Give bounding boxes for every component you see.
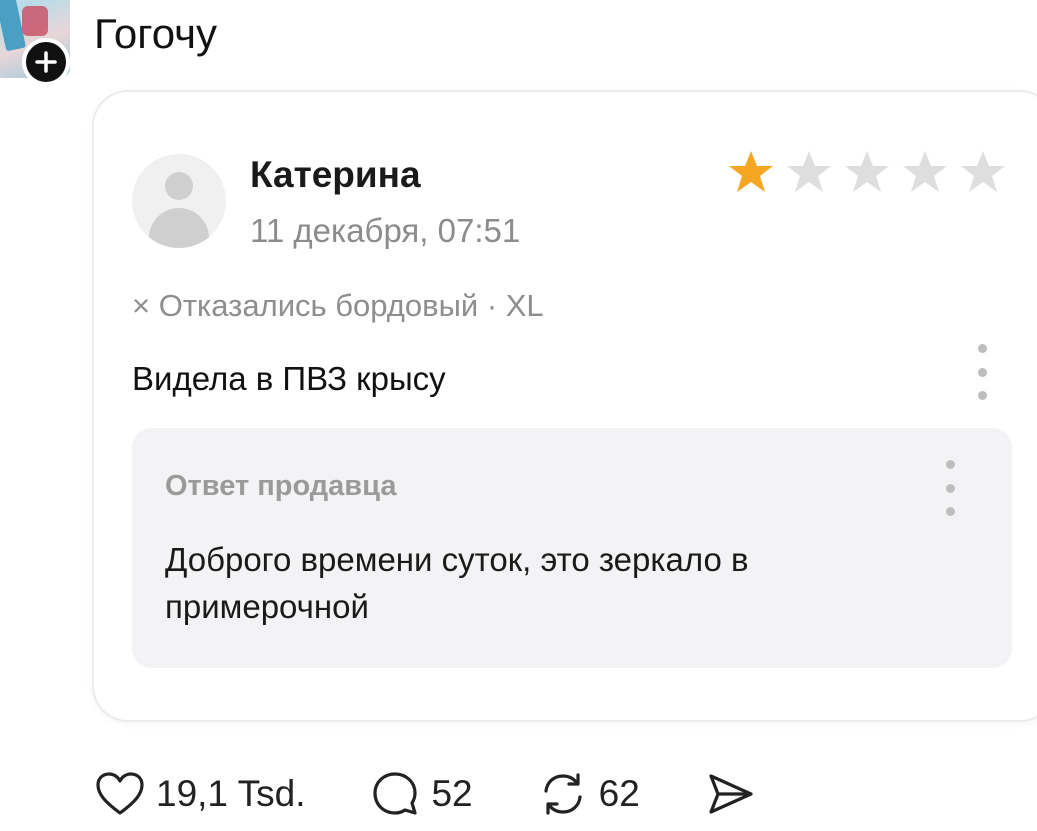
send-icon bbox=[704, 768, 756, 820]
post-header: Гогочу bbox=[0, 0, 400, 88]
star-icon bbox=[961, 151, 1005, 192]
star-icon bbox=[845, 151, 889, 192]
seller-reply-text: Доброго времени суток, это зеркало в при… bbox=[165, 541, 749, 625]
repost-button[interactable]: 62 bbox=[537, 768, 640, 820]
review-card: Катерина 11 декабря, 07:51 × Отказались … bbox=[94, 92, 1037, 720]
seller-reply: Ответ продавца Доброго времени суток, эт… bbox=[132, 428, 1012, 668]
follow-button[interactable] bbox=[22, 38, 70, 86]
reply-more-icon[interactable] bbox=[942, 460, 958, 516]
heart-icon bbox=[94, 768, 146, 820]
review-date: 11 декабря, 07:51 bbox=[250, 212, 521, 249]
like-button[interactable]: 19,1 Tsd. bbox=[94, 768, 305, 820]
review-more-icon[interactable] bbox=[974, 344, 990, 400]
star-icon bbox=[903, 151, 947, 192]
seller-reply-title: Ответ продавца bbox=[165, 470, 397, 502]
repost-icon bbox=[537, 768, 589, 820]
comment-bubble-icon bbox=[369, 768, 421, 820]
post-author-name[interactable]: Гогочу bbox=[94, 8, 217, 60]
share-button[interactable] bbox=[704, 768, 756, 820]
review-text: Видела в ПВЗ крысу bbox=[132, 360, 446, 397]
repost-count: 62 bbox=[598, 773, 640, 814]
avatar-image-detail bbox=[22, 6, 48, 36]
reviewer-name: Катерина bbox=[250, 154, 421, 195]
star-icon bbox=[729, 151, 773, 192]
post-action-bar: 19,1 Tsd. 52 62 bbox=[94, 764, 820, 824]
rating-stars bbox=[726, 148, 1008, 198]
product-variant: × Отказались бордовый · XL bbox=[132, 288, 544, 323]
star-icon bbox=[787, 151, 831, 192]
comment-button[interactable]: 52 bbox=[369, 768, 473, 820]
user-placeholder-icon bbox=[132, 154, 226, 248]
comment-count: 52 bbox=[431, 773, 473, 814]
like-count: 19,1 Tsd. bbox=[156, 773, 306, 814]
plus-icon bbox=[35, 51, 57, 73]
